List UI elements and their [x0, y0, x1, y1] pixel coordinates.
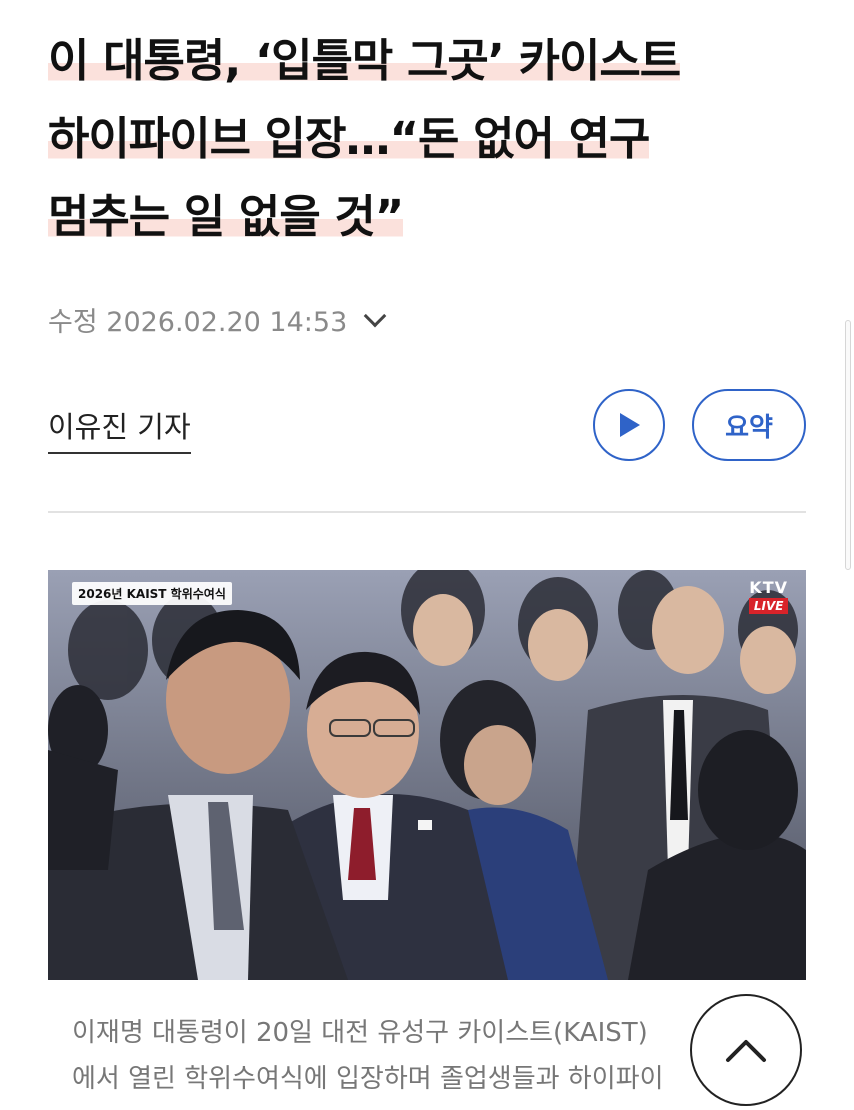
page-scrollbar[interactable] [845, 320, 851, 570]
article-headline: 이 대통령, ‘입틀막 그곳’ 카이스트 하이파이브 입장…“돈 없어 연구 멈… [48, 22, 818, 256]
modified-date-toggle[interactable]: 수정 2026.02.20 14:53 [48, 300, 387, 339]
photo-scene [48, 570, 806, 980]
play-icon [620, 413, 640, 437]
scroll-to-top-button[interactable] [690, 994, 802, 1106]
chevron-up-icon [726, 1040, 766, 1062]
ktv-logo: KTV [749, 578, 788, 597]
live-badge: LIVE [749, 598, 788, 614]
headline-line-3: 멈추는 일 없을 것” [48, 190, 404, 243]
summary-button[interactable]: 요약 [692, 389, 806, 461]
broadcaster-logo: KTV LIVE [749, 578, 788, 614]
reporter-link[interactable]: 이유진 기자 [48, 404, 191, 454]
article-page: 이 대통령, ‘입틀막 그곳’ 카이스트 하이파이브 입장…“돈 없어 연구 멈… [0, 0, 854, 1110]
article-photo: 2026년 KAIST 학위수여식 KTV LIVE [48, 570, 806, 980]
divider [48, 511, 806, 513]
headline-line-1: 이 대통령, ‘입틀막 그곳’ 카이스트 [48, 34, 681, 87]
modified-date: 수정 2026.02.20 14:53 [48, 307, 348, 338]
audio-play-button[interactable] [593, 389, 665, 461]
photo-caption: 이재명 대통령이 20일 대전 유성구 카이스트(KAIST) 에서 열린 학위… [72, 1010, 772, 1102]
caption-line-1: 이재명 대통령이 20일 대전 유성구 카이스트(KAIST) [72, 1018, 648, 1048]
headline-line-2: 하이파이브 입장…“돈 없어 연구 [48, 112, 650, 165]
chevron-down-icon [363, 304, 387, 327]
caption-line-2: 에서 열린 학위수여식에 입장하며 졸업생들과 하이파이 [72, 1064, 664, 1094]
photo-overlay-tag: 2026년 KAIST 학위수여식 [72, 582, 232, 605]
